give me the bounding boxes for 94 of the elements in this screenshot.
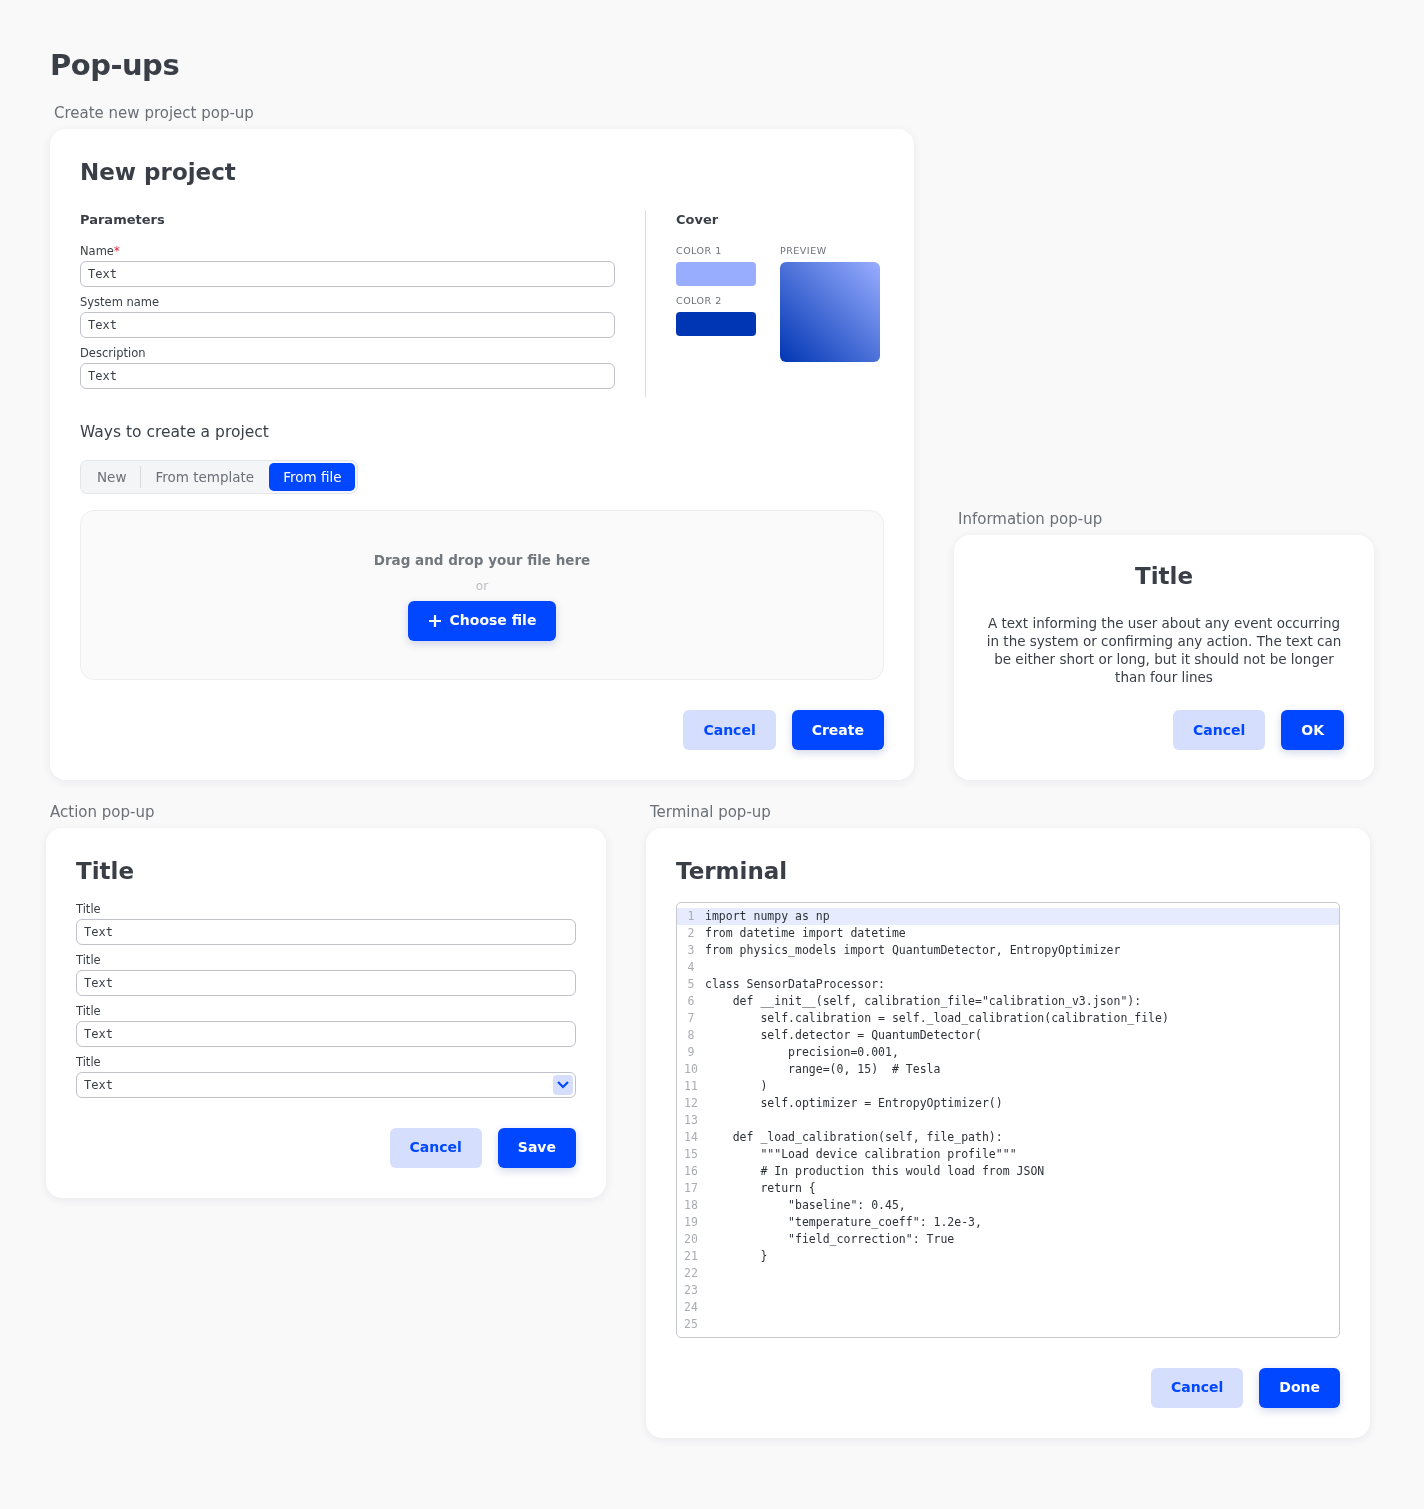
field-label: Title [76, 1004, 102, 1018]
plus-icon [427, 613, 442, 628]
section-heading: Cover [676, 211, 720, 230]
code-editor[interactable] [676, 902, 1340, 1338]
input-field[interactable]: Text [80, 362, 615, 389]
code-line: def __init__(self, calibration_file="calibration_v3.json"): [731, 992, 1142, 1010]
code-line: } [759, 1247, 768, 1265]
code-line: range=(0, 15) # Tesla [787, 1060, 941, 1078]
confirm-button[interactable]: Save [497, 1128, 576, 1168]
input-field[interactable]: Text [76, 1021, 576, 1047]
segment-tab[interactable]: New [83, 463, 141, 492]
segment-tab[interactable]: From file [269, 463, 356, 492]
line-number: 21 [683, 1247, 699, 1265]
code-line: ) [759, 1077, 768, 1095]
cancel-button[interactable]: Cancel [683, 710, 776, 751]
code-line: self.optimizer = EntropyOptimizer() [759, 1094, 1003, 1112]
field-label: Title [76, 1055, 102, 1069]
popup-title: New project [80, 158, 237, 187]
field-label: Name* [80, 243, 121, 258]
code-line: "field_correction": True [787, 1230, 955, 1248]
line-number: 11 [683, 1077, 699, 1095]
line-number: 23 [683, 1281, 699, 1299]
line-number: 1 [686, 907, 696, 925]
confirm-button[interactable]: Done [1259, 1368, 1340, 1408]
line-number: 18 [683, 1196, 699, 1214]
popup-title: Title [1133, 562, 1195, 591]
line-number: 10 [683, 1060, 699, 1078]
field-label: Title [76, 902, 102, 916]
field-label: Description [80, 345, 147, 360]
code-line: """Load device calibration profile""" [759, 1145, 1017, 1163]
line-number: 3 [686, 941, 696, 959]
code-line: from datetime import datetime [705, 924, 906, 942]
code-line: self.detector = QuantumDetector( [759, 1026, 982, 1044]
line-number: 2 [686, 924, 696, 942]
section-heading: Parameters [80, 211, 166, 230]
section-caption: Information pop-up [958, 508, 1104, 529]
line-number: 5 [686, 975, 696, 993]
color-label: COLOR 1 [676, 243, 723, 258]
line-number: 6 [686, 992, 696, 1010]
section-caption: Action pop-up [50, 802, 156, 823]
code-line: # In production this would load from JSON [759, 1162, 1045, 1180]
section-caption: Create new project pop-up [54, 102, 255, 123]
section-caption: Terminal pop-up [650, 802, 772, 823]
line-number: 17 [683, 1179, 699, 1197]
confirm-button[interactable]: Create [791, 710, 884, 751]
code-line: self.calibration = self._load_calibration(calibration_file) [759, 1009, 1169, 1027]
section-heading: Ways to create a project [80, 421, 270, 443]
cancel-button[interactable]: Cancel [1172, 710, 1266, 751]
code-line: def _load_calibration(self, file_path): [731, 1128, 1003, 1146]
line-number: 9 [686, 1043, 696, 1061]
line-number: 8 [686, 1026, 696, 1044]
field-label: Title [76, 953, 102, 967]
info-message: A text informing the user about any event occurring in the system or confirming any action. The text can be either short or long, but it should not be longer than four lines [985, 614, 1343, 687]
line-number: 24 [683, 1298, 699, 1316]
line-number: 15 [683, 1145, 699, 1163]
color-label: COLOR 2 [676, 294, 723, 309]
select-field[interactable]: Text [76, 1072, 576, 1098]
required-mark: * [113, 243, 120, 258]
chevron-down-icon[interactable] [553, 1075, 573, 1095]
segment-tab[interactable]: From template [141, 463, 269, 492]
choose-file-button[interactable]: Choose file [407, 600, 557, 641]
drop-hint: Drag and drop your file here [373, 551, 591, 571]
code-line: from physics_models import QuantumDetector, EntropyOptimizer [705, 941, 1121, 959]
page-title: Pop-ups [50, 48, 181, 83]
input-field[interactable]: Text [76, 919, 576, 945]
code-line: precision=0.001, [787, 1043, 899, 1061]
color-swatch[interactable] [676, 262, 756, 287]
code-line: "baseline": 0.45, [787, 1196, 906, 1214]
code-line: return { [759, 1179, 816, 1197]
line-number: 25 [683, 1315, 699, 1333]
popup-title: Terminal [676, 858, 789, 886]
color-swatch[interactable] [676, 312, 756, 337]
field-label: System name [80, 294, 161, 309]
input-field[interactable]: Text [80, 311, 615, 338]
popup-title: Title [76, 858, 136, 886]
line-number: 4 [686, 958, 696, 976]
line-number: 14 [683, 1128, 699, 1146]
code-line: "temperature_coeff": 1.2e-3, [787, 1213, 982, 1231]
input-field[interactable]: Text [76, 970, 576, 996]
line-number: 16 [683, 1162, 699, 1180]
or-text: or [475, 577, 489, 595]
line-number: 22 [683, 1264, 699, 1282]
line-number: 13 [683, 1111, 699, 1129]
line-number: 20 [683, 1230, 699, 1248]
confirm-button[interactable]: OK [1281, 710, 1344, 751]
preview-label: PREVIEW [780, 243, 828, 258]
input-field[interactable]: Text [80, 260, 615, 287]
code-line: import numpy as np [705, 907, 830, 925]
cancel-button[interactable]: Cancel [389, 1128, 482, 1168]
line-number: 12 [683, 1094, 699, 1112]
line-number: 7 [686, 1009, 696, 1027]
line-number: 19 [683, 1213, 699, 1231]
cancel-button[interactable]: Cancel [1151, 1368, 1244, 1408]
code-line: class SensorDataProcessor: [705, 975, 885, 993]
